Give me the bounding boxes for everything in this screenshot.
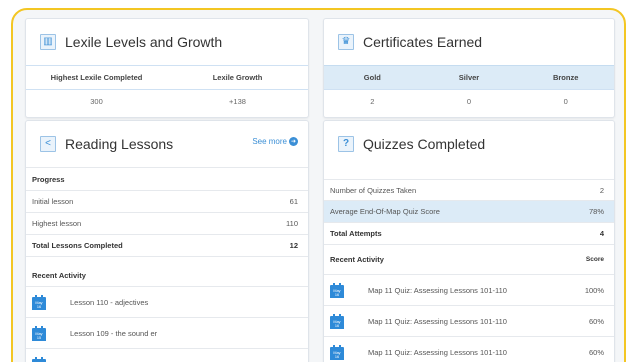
calendar-icon: May 16 <box>330 344 344 360</box>
activity-text: Lesson 109 - the sound er <box>70 328 158 338</box>
lexile-card-header: ▥ Lexile Levels and Growth <box>26 19 308 65</box>
calendar-icon: May 16 <box>330 282 344 298</box>
quiz-recent-label: Recent Activity <box>330 255 384 264</box>
reading-row-label: Initial lesson <box>32 197 74 206</box>
certificates-card: ♛ Certificates Earned Gold Silver Bronze… <box>323 18 615 118</box>
reading-recent-label: Recent Activity <box>26 257 308 287</box>
activity-score: 60% <box>588 316 604 326</box>
quiz-row-label: Number of Quizzes Taken <box>330 185 417 195</box>
reading-activity-item[interactable]: May 15 Lesson 109 - the sound er <box>26 318 308 349</box>
activity-text: Map 11 Quiz: Assessing Lessons 101-110 <box>368 316 507 326</box>
certificates-card-header: ♛ Certificates Earned <box>324 19 614 65</box>
certificates-silver-value: 0 <box>466 97 472 106</box>
quizzes-card: ? Quizzes Completed Number of Quizzes Ta… <box>323 120 615 362</box>
lexile-title: Lexile Levels and Growth <box>65 34 223 50</box>
quiz-row-label: Total Attempts <box>330 229 382 238</box>
calendar-day: 15 <box>36 335 42 340</box>
certificates-table-header: Gold Silver Bronze <box>324 65 614 90</box>
quiz-score-label: Score <box>585 256 604 263</box>
calendar-icon: May 16 <box>330 313 344 329</box>
certificates-header-silver: Silver <box>458 73 480 82</box>
quiz-row-value: 4 <box>599 229 604 238</box>
quiz-row-average: Average End-Of-Map Quiz Score 78% <box>324 201 614 223</box>
certificates-header-bronze: Bronze <box>552 73 579 82</box>
calendar-day: 16 <box>36 304 42 309</box>
reading-title: Reading Lessons <box>65 136 174 152</box>
reading-row-highest: Highest lesson 110 <box>26 213 308 235</box>
calendar-month: May <box>333 319 341 324</box>
quiz-row-taken: Number of Quizzes Taken 2 <box>324 179 614 201</box>
progress-label: Progress <box>26 167 308 191</box>
quiz-row-label: Average End-Of-Map Quiz Score <box>330 207 440 216</box>
quiz-row-value: 78% <box>588 207 604 216</box>
see-more-label: See more <box>252 137 287 146</box>
calendar-icon: May 15 <box>32 325 46 341</box>
reading-activity-item-partial <box>26 349 308 362</box>
see-more-link[interactable]: See more ➜ <box>252 137 298 146</box>
lexile-card: ▥ Lexile Levels and Growth Highest Lexil… <box>25 18 309 118</box>
calendar-icon: May 16 <box>32 294 46 310</box>
calendar-month: May <box>333 350 341 355</box>
reading-row-label: Total Lessons Completed <box>32 241 123 250</box>
lexile-header-highest: Highest Lexile Completed <box>50 73 143 82</box>
reading-activity-item[interactable]: May 16 Lesson 110 - adjectives <box>26 287 308 318</box>
calendar-month: May <box>35 331 43 336</box>
activity-text: Lesson 110 - adjectives <box>70 297 149 307</box>
certificates-gold-value: 2 <box>370 97 375 106</box>
reading-row-total: Total Lessons Completed 12 <box>26 235 308 257</box>
calendar-month: May <box>333 288 341 293</box>
lexile-header-growth: Lexile Growth <box>212 73 263 82</box>
lexile-table-row: 300 +138 <box>26 90 308 113</box>
question-icon: ? <box>338 136 354 152</box>
activity-score: 100% <box>584 285 604 295</box>
activity-text: Map 11 Quiz: Assessing Lessons 101-110 <box>368 347 507 357</box>
certificates-header-gold: Gold <box>363 73 381 82</box>
reading-row-value: 61 <box>289 197 298 206</box>
calendar-day: 16 <box>334 323 340 328</box>
calendar-day: 16 <box>334 354 340 359</box>
activity-text: Map 11 Quiz: Assessing Lessons 101-110 <box>368 285 507 295</box>
quiz-activity-item[interactable]: May 16 Map 11 Quiz: Assessing Lessons 101… <box>324 275 614 306</box>
calendar-month: May <box>35 300 43 305</box>
certificates-title: Certificates Earned <box>363 34 483 50</box>
quiz-row-value: 2 <box>599 185 604 195</box>
bar-chart-icon: ▥ <box>40 34 56 50</box>
quiz-recent-header: Recent Activity Score <box>324 245 614 275</box>
quizzes-title: Quizzes Completed <box>363 136 486 152</box>
certificates-bronze-value: 0 <box>563 97 568 106</box>
calendar-icon <box>32 356 46 362</box>
activity-score: 60% <box>588 347 604 357</box>
arrow-right-icon: ➜ <box>289 137 298 146</box>
reading-row-label: Highest lesson <box>32 219 82 228</box>
reading-row-value: 110 <box>286 219 298 228</box>
quizzes-card-header: ? Quizzes Completed <box>324 121 614 167</box>
quiz-activity-item[interactable]: May 16 Map 11 Quiz: Assessing Lessons 101… <box>324 337 614 362</box>
dashboard-frame: ▥ Lexile Levels and Growth Highest Lexil… <box>11 8 626 362</box>
certificates-table-row: 2 0 0 <box>324 90 614 113</box>
quiz-row-attempts: Total Attempts 4 <box>324 223 614 245</box>
reading-row-initial: Initial lesson 61 <box>26 191 308 213</box>
quiz-activity-item[interactable]: May 16 Map 11 Quiz: Assessing Lessons 101… <box>324 306 614 337</box>
share-icon: < <box>40 136 56 152</box>
reading-card-header: < Reading Lessons See more ➜ <box>26 121 308 167</box>
lexile-growth-value: +138 <box>229 97 246 106</box>
reading-row-value: 12 <box>289 241 298 250</box>
lexile-highest-value: 300 <box>90 97 103 106</box>
reading-lessons-card: < Reading Lessons See more ➜ Progress In… <box>25 120 309 362</box>
trophy-icon: ♛ <box>338 34 354 50</box>
lexile-table-header: Highest Lexile Completed Lexile Growth <box>26 65 308 90</box>
calendar-day: 16 <box>334 292 340 297</box>
